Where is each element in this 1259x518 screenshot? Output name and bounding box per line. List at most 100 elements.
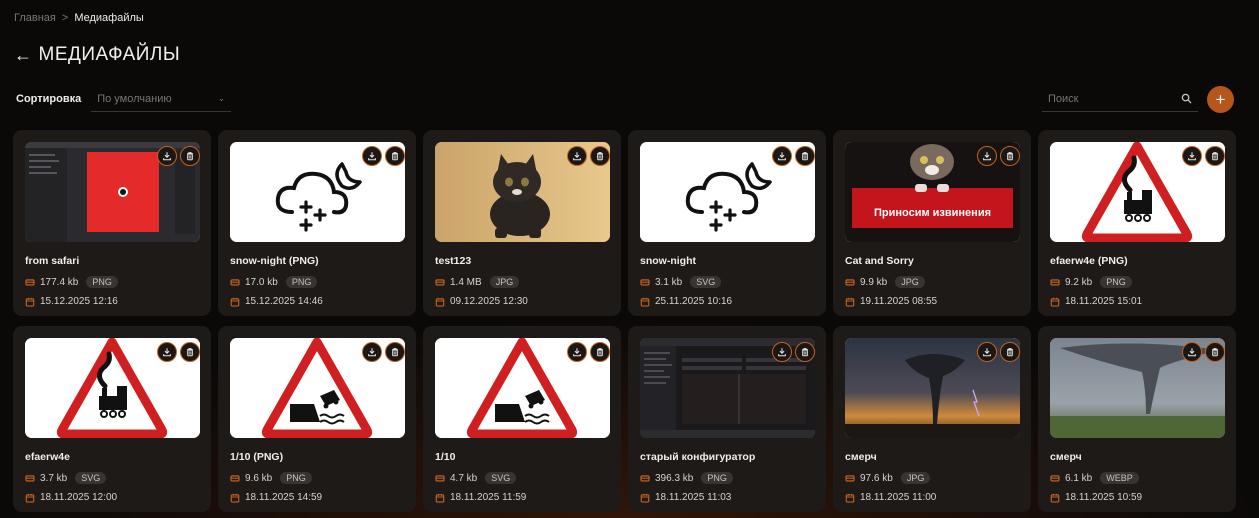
download-icon[interactable] bbox=[157, 146, 177, 166]
sort-control: Сортировка По умолчанию ⌄ bbox=[16, 86, 232, 112]
file-size-row: 9.9 kb JPG bbox=[845, 276, 1019, 288]
media-card[interactable]: test123 1.4 MB JPG 09.12.2025 12:30 bbox=[423, 130, 621, 316]
card-actions bbox=[1182, 342, 1225, 362]
file-size-icon bbox=[640, 473, 650, 483]
card-actions bbox=[1182, 146, 1225, 166]
file-size-row: 17.0 kb PNG bbox=[230, 276, 404, 288]
file-size: 17.0 kb bbox=[245, 276, 278, 288]
media-card[interactable]: from safari 177.4 kb PNG 15.12.2025 12:16 bbox=[13, 130, 211, 316]
search-input[interactable]: Поиск bbox=[1042, 86, 1198, 112]
media-card[interactable]: Приносим извинения Cat and Sorry 9.9 kb JPG… bbox=[833, 130, 1031, 316]
card-actions bbox=[157, 342, 200, 362]
file-size: 6.1 kb bbox=[1065, 472, 1093, 484]
download-icon[interactable] bbox=[977, 146, 997, 166]
file-date: 18.11.2025 14:59 bbox=[245, 492, 323, 503]
file-date: 09.12.2025 12:30 bbox=[450, 296, 528, 307]
download-icon[interactable] bbox=[772, 146, 792, 166]
file-type-badge: PNG bbox=[86, 276, 118, 288]
download-icon[interactable] bbox=[567, 342, 587, 362]
file-date-row: 18.11.2025 14:59 bbox=[230, 492, 404, 503]
file-name: 1/10 (PNG) bbox=[230, 451, 284, 463]
trash-icon[interactable] bbox=[1205, 146, 1225, 166]
file-type-badge: SVG bbox=[690, 276, 722, 288]
media-card[interactable]: snow-night (PNG) 17.0 kb PNG 15.12.2025 14:… bbox=[218, 130, 416, 316]
download-icon[interactable] bbox=[1182, 342, 1202, 362]
calendar-icon bbox=[640, 297, 650, 307]
add-file-button[interactable]: + bbox=[1207, 86, 1234, 113]
file-name: старый конфигуратор bbox=[640, 451, 756, 463]
file-date: 15.12.2025 12:16 bbox=[40, 296, 118, 307]
file-date: 18.11.2025 15:01 bbox=[1065, 296, 1143, 307]
sort-select[interactable]: По умолчанию ⌄ bbox=[91, 86, 232, 112]
breadcrumb-home-link[interactable]: Главная bbox=[14, 12, 56, 24]
card-actions bbox=[567, 342, 610, 362]
download-icon[interactable] bbox=[157, 342, 177, 362]
download-icon[interactable] bbox=[567, 146, 587, 166]
download-icon[interactable] bbox=[977, 342, 997, 362]
file-type-badge: JPG bbox=[895, 276, 925, 288]
file-size-row: 396.3 kb PNG bbox=[640, 472, 814, 484]
trash-icon[interactable] bbox=[795, 342, 815, 362]
trash-icon[interactable] bbox=[385, 342, 405, 362]
trash-icon[interactable] bbox=[180, 342, 200, 362]
trash-icon[interactable] bbox=[1205, 342, 1225, 362]
file-date-row: 18.11.2025 15:01 bbox=[1050, 296, 1224, 307]
file-type-badge: WEBP bbox=[1100, 472, 1139, 484]
file-size-icon bbox=[640, 277, 650, 287]
media-card[interactable]: 1/10 4.7 kb SVG 18.11.2025 11:59 bbox=[423, 326, 621, 512]
file-name: efaerw4e (PNG) bbox=[1050, 255, 1128, 267]
file-size-icon bbox=[845, 473, 855, 483]
trash-icon[interactable] bbox=[1000, 342, 1020, 362]
media-card[interactable]: snow-night 3.1 kb SVG 25.11.2025 10:16 bbox=[628, 130, 826, 316]
file-date: 18.11.2025 12:00 bbox=[40, 492, 118, 503]
media-card[interactable]: efaerw4e 3.7 kb SVG 18.11.2025 12:00 bbox=[13, 326, 211, 512]
trash-icon[interactable] bbox=[1000, 146, 1020, 166]
media-card[interactable]: 1/10 (PNG) 9.6 kb PNG 18.11.2025 14:59 bbox=[218, 326, 416, 512]
calendar-icon bbox=[435, 493, 445, 503]
file-date: 18.11.2025 10:59 bbox=[1065, 492, 1143, 503]
file-date-row: 15.12.2025 12:16 bbox=[25, 296, 199, 307]
arrow-left-icon[interactable]: ← bbox=[14, 45, 33, 66]
file-name: смерч bbox=[845, 451, 877, 463]
file-name: смерч bbox=[1050, 451, 1082, 463]
file-date-row: 18.11.2025 11:59 bbox=[435, 492, 609, 503]
media-card[interactable]: efaerw4e (PNG) 9.2 kb PNG 18.11.2025 15:01 bbox=[1038, 130, 1236, 316]
file-date-row: 19.11.2025 08:55 bbox=[845, 296, 1019, 307]
file-size-row: 3.1 kb SVG bbox=[640, 276, 814, 288]
file-size-icon bbox=[435, 277, 445, 287]
media-grid: from safari 177.4 kb PNG 15.12.2025 12:16 sn… bbox=[13, 130, 1236, 512]
file-type-badge: PNG bbox=[280, 472, 312, 484]
calendar-icon bbox=[640, 493, 650, 503]
file-type-badge: JPG bbox=[489, 276, 520, 288]
thumb-overlay-text: Приносим извинения bbox=[873, 207, 992, 219]
file-date: 18.11.2025 11:00 bbox=[860, 492, 937, 503]
trash-icon[interactable] bbox=[180, 146, 200, 166]
file-name: Cat and Sorry bbox=[845, 255, 914, 267]
card-actions bbox=[977, 342, 1020, 362]
search-icon[interactable] bbox=[1181, 93, 1192, 104]
file-date: 19.11.2025 08:55 bbox=[860, 296, 938, 307]
file-name: snow-night (PNG) bbox=[230, 255, 319, 267]
download-icon[interactable] bbox=[362, 342, 382, 362]
file-type-badge: PNG bbox=[701, 472, 733, 484]
file-date-row: 18.11.2025 10:59 bbox=[1050, 492, 1224, 503]
download-icon[interactable] bbox=[362, 146, 382, 166]
calendar-icon bbox=[25, 493, 35, 503]
file-size: 4.7 kb bbox=[450, 472, 478, 484]
download-icon[interactable] bbox=[772, 342, 792, 362]
file-size-row: 177.4 kb PNG bbox=[25, 276, 199, 288]
sort-select-value: По умолчанию bbox=[97, 92, 172, 105]
file-type-badge: SVG bbox=[485, 472, 517, 484]
trash-icon[interactable] bbox=[385, 146, 405, 166]
trash-icon[interactable] bbox=[590, 342, 610, 362]
media-card[interactable]: старый конфигуратор 396.3 kb PNG 18.11.2025… bbox=[628, 326, 826, 512]
media-card[interactable]: смерч 6.1 kb WEBP 18.11.2025 10:59 bbox=[1038, 326, 1236, 512]
trash-icon[interactable] bbox=[795, 146, 815, 166]
trash-icon[interactable] bbox=[590, 146, 610, 166]
page-title: МЕДИАФАЙЛЫ bbox=[38, 44, 181, 65]
file-size-row: 1.4 MB JPG bbox=[435, 276, 609, 288]
file-size: 177.4 kb bbox=[40, 276, 79, 288]
file-name: efaerw4e bbox=[25, 451, 70, 463]
media-card[interactable]: смерч 97.6 kb JPG 18.11.2025 11:00 bbox=[833, 326, 1031, 512]
download-icon[interactable] bbox=[1182, 146, 1202, 166]
